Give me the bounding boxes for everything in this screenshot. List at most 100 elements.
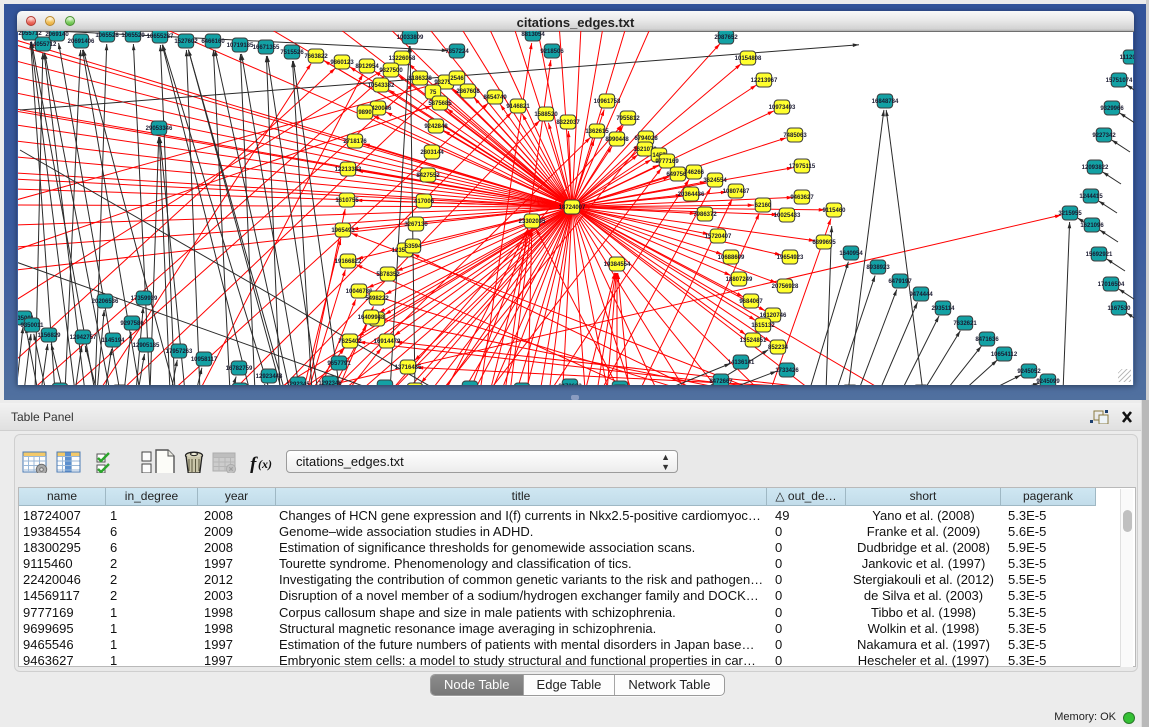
- svg-text:17957263: 17957263: [166, 349, 193, 355]
- svg-text:16848784: 16848784: [872, 99, 899, 105]
- svg-text:9474444: 9474444: [909, 292, 933, 298]
- svg-text:17016504: 17016504: [1098, 282, 1125, 288]
- svg-text:12213383: 12213383: [335, 167, 362, 173]
- svg-text:5498222: 5498222: [365, 296, 389, 302]
- svg-text:7986372: 7986372: [693, 212, 717, 218]
- svg-text:1362615: 1362615: [585, 129, 609, 135]
- svg-text:1292346: 1292346: [318, 381, 342, 385]
- svg-text:53594: 53594: [405, 244, 422, 250]
- svg-text:15692921: 15692921: [1086, 252, 1113, 258]
- svg-text:29053346: 29053346: [146, 126, 173, 132]
- svg-text:2069140: 2069140: [45, 32, 69, 38]
- svg-text:10958117: 10958117: [191, 357, 218, 363]
- svg-text:13524851: 13524851: [740, 338, 767, 344]
- svg-text:20206536: 20206536: [92, 299, 119, 305]
- svg-text:2803144: 2803144: [420, 150, 444, 156]
- svg-text:1112064: 1112064: [1120, 55, 1134, 61]
- svg-text:1065528: 1065528: [95, 33, 119, 39]
- svg-text:9146821: 9146821: [506, 104, 530, 110]
- svg-text:1527602: 1527602: [174, 39, 198, 45]
- svg-text:15720407: 15720407: [705, 234, 732, 240]
- svg-text:9297586: 9297586: [120, 321, 144, 327]
- svg-text:23302035: 23302035: [519, 219, 546, 225]
- svg-text:8322037: 8322037: [556, 120, 580, 126]
- svg-text:18724007: 18724007: [559, 205, 586, 211]
- svg-text:9684067: 9684067: [739, 299, 763, 305]
- svg-text:7632621: 7632621: [953, 321, 977, 327]
- svg-text:1615132: 1615132: [751, 323, 775, 329]
- svg-text:1733426: 1733426: [775, 368, 799, 374]
- svg-text:12923448: 12923448: [256, 374, 283, 380]
- svg-text:3267130: 3267130: [404, 222, 428, 228]
- svg-text:10033809: 10033809: [397, 35, 424, 41]
- svg-text:14136141: 14136141: [728, 360, 755, 366]
- svg-text:7485063: 7485063: [783, 133, 807, 139]
- svg-text:8427552: 8427552: [416, 173, 440, 179]
- svg-text:746266: 746266: [684, 170, 705, 176]
- svg-text:62160: 62160: [755, 203, 772, 209]
- svg-text:6466160: 6466160: [201, 39, 225, 45]
- svg-text:9860123: 9860123: [330, 60, 354, 66]
- svg-text:6479197: 6479197: [888, 279, 912, 285]
- svg-text:10961758: 10961758: [594, 99, 621, 105]
- svg-text:13716485: 13716485: [395, 365, 422, 371]
- svg-text:7857224: 7857224: [445, 49, 469, 55]
- svg-text:1167530: 1167530: [1107, 306, 1131, 312]
- svg-text:10154808: 10154808: [735, 56, 762, 62]
- svg-text:8472667: 8472667: [709, 379, 733, 385]
- svg-text:8990448: 8990448: [605, 137, 629, 143]
- svg-text:1292345: 1292345: [286, 382, 310, 385]
- svg-text:9115460: 9115460: [822, 208, 846, 214]
- svg-text:10654112: 10654112: [991, 352, 1018, 358]
- svg-text:1145194: 1145194: [101, 338, 125, 344]
- svg-text:10973493: 10973493: [769, 105, 796, 111]
- svg-text:17975115: 17975115: [789, 164, 816, 170]
- svg-text:1640954: 1640954: [839, 251, 863, 257]
- svg-text:9245099: 9245099: [1036, 379, 1060, 385]
- svg-text:17359939: 17359939: [131, 296, 158, 302]
- svg-text:852234: 852234: [768, 345, 789, 351]
- svg-text:1244415: 1244415: [1079, 194, 1103, 200]
- svg-text:1965493: 1965493: [331, 228, 355, 234]
- svg-text:3624554: 3624554: [703, 178, 727, 184]
- svg-text:1156829: 1156829: [37, 333, 61, 339]
- svg-text:8938923: 8938923: [866, 265, 890, 271]
- svg-text:12093822: 12093822: [1082, 165, 1109, 171]
- svg-text:7515526: 7515526: [280, 50, 304, 56]
- svg-text:16409948: 16409948: [358, 315, 385, 321]
- svg-text:20364436: 20364436: [678, 192, 705, 198]
- svg-text:10655287: 10655287: [147, 34, 174, 40]
- svg-text:20756928: 20756928: [772, 284, 799, 290]
- svg-text:6899695: 6899695: [812, 240, 836, 246]
- svg-text:8912954: 8912954: [355, 64, 379, 70]
- svg-text:9890: 9890: [358, 110, 372, 116]
- svg-text:75: 75: [430, 90, 437, 96]
- svg-text:8454749: 8454749: [483, 95, 507, 101]
- svg-text:19166822: 19166822: [335, 259, 362, 265]
- svg-text:3215955: 3215955: [1058, 211, 1082, 217]
- svg-text:15751074: 15751074: [1106, 78, 1133, 84]
- svg-text:1610755: 1610755: [335, 198, 359, 204]
- svg-text:5878352: 5878352: [376, 272, 400, 278]
- svg-text:12905185: 12905185: [133, 343, 160, 349]
- svg-text:7625402: 7625402: [338, 339, 362, 345]
- svg-text:9227342: 9227342: [1092, 133, 1116, 139]
- svg-text:9463627: 9463627: [790, 195, 814, 201]
- svg-text:8472663: 8472663: [558, 384, 582, 385]
- svg-text:9329966: 9329966: [1100, 106, 1124, 112]
- svg-text:19384554: 19384554: [604, 262, 631, 268]
- svg-text:2546: 2546: [450, 76, 464, 82]
- svg-text:2087652: 2087652: [714, 35, 738, 41]
- svg-text:20691406: 20691406: [68, 39, 95, 45]
- svg-text:7663822: 7663822: [304, 54, 328, 60]
- svg-text:9218506: 9218506: [540, 49, 564, 55]
- svg-text:16782759: 16782759: [226, 366, 253, 372]
- svg-text:9657791: 9657791: [327, 361, 351, 367]
- svg-text:10025433: 10025433: [774, 213, 801, 219]
- svg-text:1588520: 1588520: [534, 112, 558, 118]
- svg-text:9350011: 9350011: [20, 323, 44, 329]
- svg-text:10543382: 10543382: [368, 83, 395, 89]
- svg-text:1065529: 1065529: [121, 33, 145, 39]
- svg-text:9245052: 9245052: [1017, 369, 1041, 375]
- svg-text:8186328: 8186328: [408, 76, 432, 82]
